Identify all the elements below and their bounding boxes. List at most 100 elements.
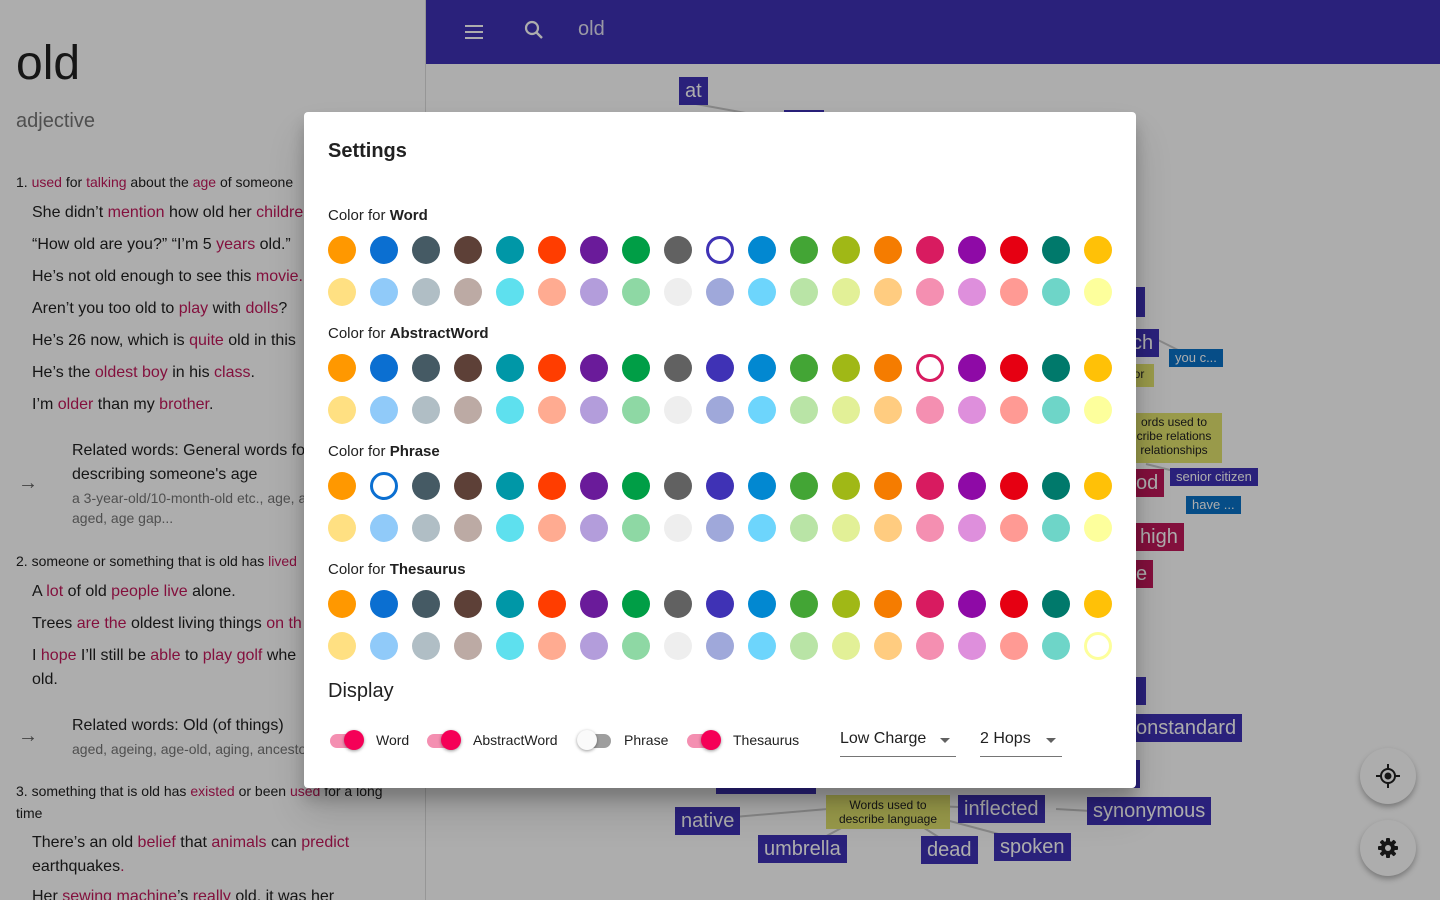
color-swatch[interactable] [706, 396, 734, 424]
color-swatch[interactable] [1084, 590, 1112, 618]
color-swatch[interactable] [412, 354, 440, 382]
thesaurus-toggle[interactable] [685, 730, 721, 750]
color-swatch[interactable] [412, 278, 440, 306]
phrase-toggle[interactable] [577, 730, 613, 750]
color-swatch[interactable] [916, 396, 944, 424]
color-swatch[interactable] [832, 472, 860, 500]
color-swatch[interactable] [622, 236, 650, 264]
color-swatch[interactable] [958, 396, 986, 424]
color-swatch[interactable] [496, 590, 524, 618]
color-swatch[interactable] [958, 632, 986, 660]
color-swatch[interactable] [1000, 514, 1028, 542]
color-swatch[interactable] [832, 278, 860, 306]
color-swatch[interactable] [1042, 590, 1070, 618]
color-swatch[interactable] [580, 278, 608, 306]
color-swatch[interactable] [454, 354, 482, 382]
color-swatch[interactable] [1000, 236, 1028, 264]
color-swatch[interactable] [874, 514, 902, 542]
color-swatch[interactable] [958, 354, 986, 382]
color-swatch[interactable] [958, 472, 986, 500]
color-swatch[interactable] [538, 396, 566, 424]
color-swatch[interactable] [454, 632, 482, 660]
color-swatch[interactable] [1084, 396, 1112, 424]
color-swatch[interactable] [580, 354, 608, 382]
color-swatch[interactable] [832, 590, 860, 618]
color-swatch[interactable] [748, 278, 776, 306]
color-swatch[interactable] [832, 514, 860, 542]
color-swatch[interactable] [1084, 514, 1112, 542]
color-swatch[interactable] [622, 590, 650, 618]
color-swatch[interactable] [454, 236, 482, 264]
color-swatch[interactable] [328, 514, 356, 542]
color-swatch[interactable] [454, 472, 482, 500]
color-swatch[interactable] [1084, 632, 1112, 660]
color-swatch[interactable] [580, 590, 608, 618]
color-swatch[interactable] [538, 354, 566, 382]
color-swatch[interactable] [1042, 632, 1070, 660]
color-swatch[interactable] [706, 514, 734, 542]
color-swatch[interactable] [580, 472, 608, 500]
color-swatch[interactable] [454, 396, 482, 424]
color-swatch[interactable] [580, 514, 608, 542]
color-swatch[interactable] [580, 632, 608, 660]
color-swatch[interactable] [706, 278, 734, 306]
color-swatch[interactable] [412, 514, 440, 542]
color-swatch[interactable] [1042, 278, 1070, 306]
color-swatch[interactable] [328, 396, 356, 424]
color-swatch[interactable] [706, 354, 734, 382]
color-swatch[interactable] [370, 472, 398, 500]
color-swatch[interactable] [370, 590, 398, 618]
color-swatch[interactable] [706, 632, 734, 660]
color-swatch[interactable] [538, 236, 566, 264]
color-swatch[interactable] [1042, 472, 1070, 500]
color-swatch[interactable] [664, 472, 692, 500]
color-swatch[interactable] [1084, 472, 1112, 500]
color-swatch[interactable] [538, 590, 566, 618]
color-swatch[interactable] [538, 632, 566, 660]
color-swatch[interactable] [916, 354, 944, 382]
color-swatch[interactable] [496, 278, 524, 306]
color-swatch[interactable] [538, 514, 566, 542]
color-swatch[interactable] [622, 354, 650, 382]
color-swatch[interactable] [916, 514, 944, 542]
color-swatch[interactable] [958, 590, 986, 618]
color-swatch[interactable] [748, 396, 776, 424]
color-swatch[interactable] [1000, 590, 1028, 618]
color-swatch[interactable] [1042, 514, 1070, 542]
color-swatch[interactable] [664, 396, 692, 424]
color-swatch[interactable] [496, 472, 524, 500]
color-swatch[interactable] [622, 396, 650, 424]
color-swatch[interactable] [1000, 396, 1028, 424]
color-swatch[interactable] [1000, 472, 1028, 500]
color-swatch[interactable] [412, 590, 440, 618]
color-swatch[interactable] [748, 236, 776, 264]
color-swatch[interactable] [454, 514, 482, 542]
color-swatch[interactable] [664, 514, 692, 542]
color-swatch[interactable] [748, 472, 776, 500]
hops-select[interactable]: 2 Hops [980, 728, 1062, 757]
color-swatch[interactable] [622, 278, 650, 306]
color-swatch[interactable] [328, 236, 356, 264]
color-swatch[interactable] [1084, 354, 1112, 382]
color-swatch[interactable] [874, 396, 902, 424]
color-swatch[interactable] [916, 472, 944, 500]
color-swatch[interactable] [580, 396, 608, 424]
color-swatch[interactable] [916, 236, 944, 264]
color-swatch[interactable] [328, 354, 356, 382]
color-swatch[interactable] [874, 590, 902, 618]
color-swatch[interactable] [370, 514, 398, 542]
color-swatch[interactable] [874, 472, 902, 500]
color-swatch[interactable] [874, 632, 902, 660]
color-swatch[interactable] [538, 472, 566, 500]
color-swatch[interactable] [832, 632, 860, 660]
color-swatch[interactable] [916, 278, 944, 306]
color-swatch[interactable] [916, 590, 944, 618]
color-swatch[interactable] [496, 354, 524, 382]
color-swatch[interactable] [748, 354, 776, 382]
color-swatch[interactable] [496, 236, 524, 264]
color-swatch[interactable] [370, 396, 398, 424]
color-swatch[interactable] [916, 632, 944, 660]
color-swatch[interactable] [664, 236, 692, 264]
color-swatch[interactable] [1042, 396, 1070, 424]
color-swatch[interactable] [790, 236, 818, 264]
